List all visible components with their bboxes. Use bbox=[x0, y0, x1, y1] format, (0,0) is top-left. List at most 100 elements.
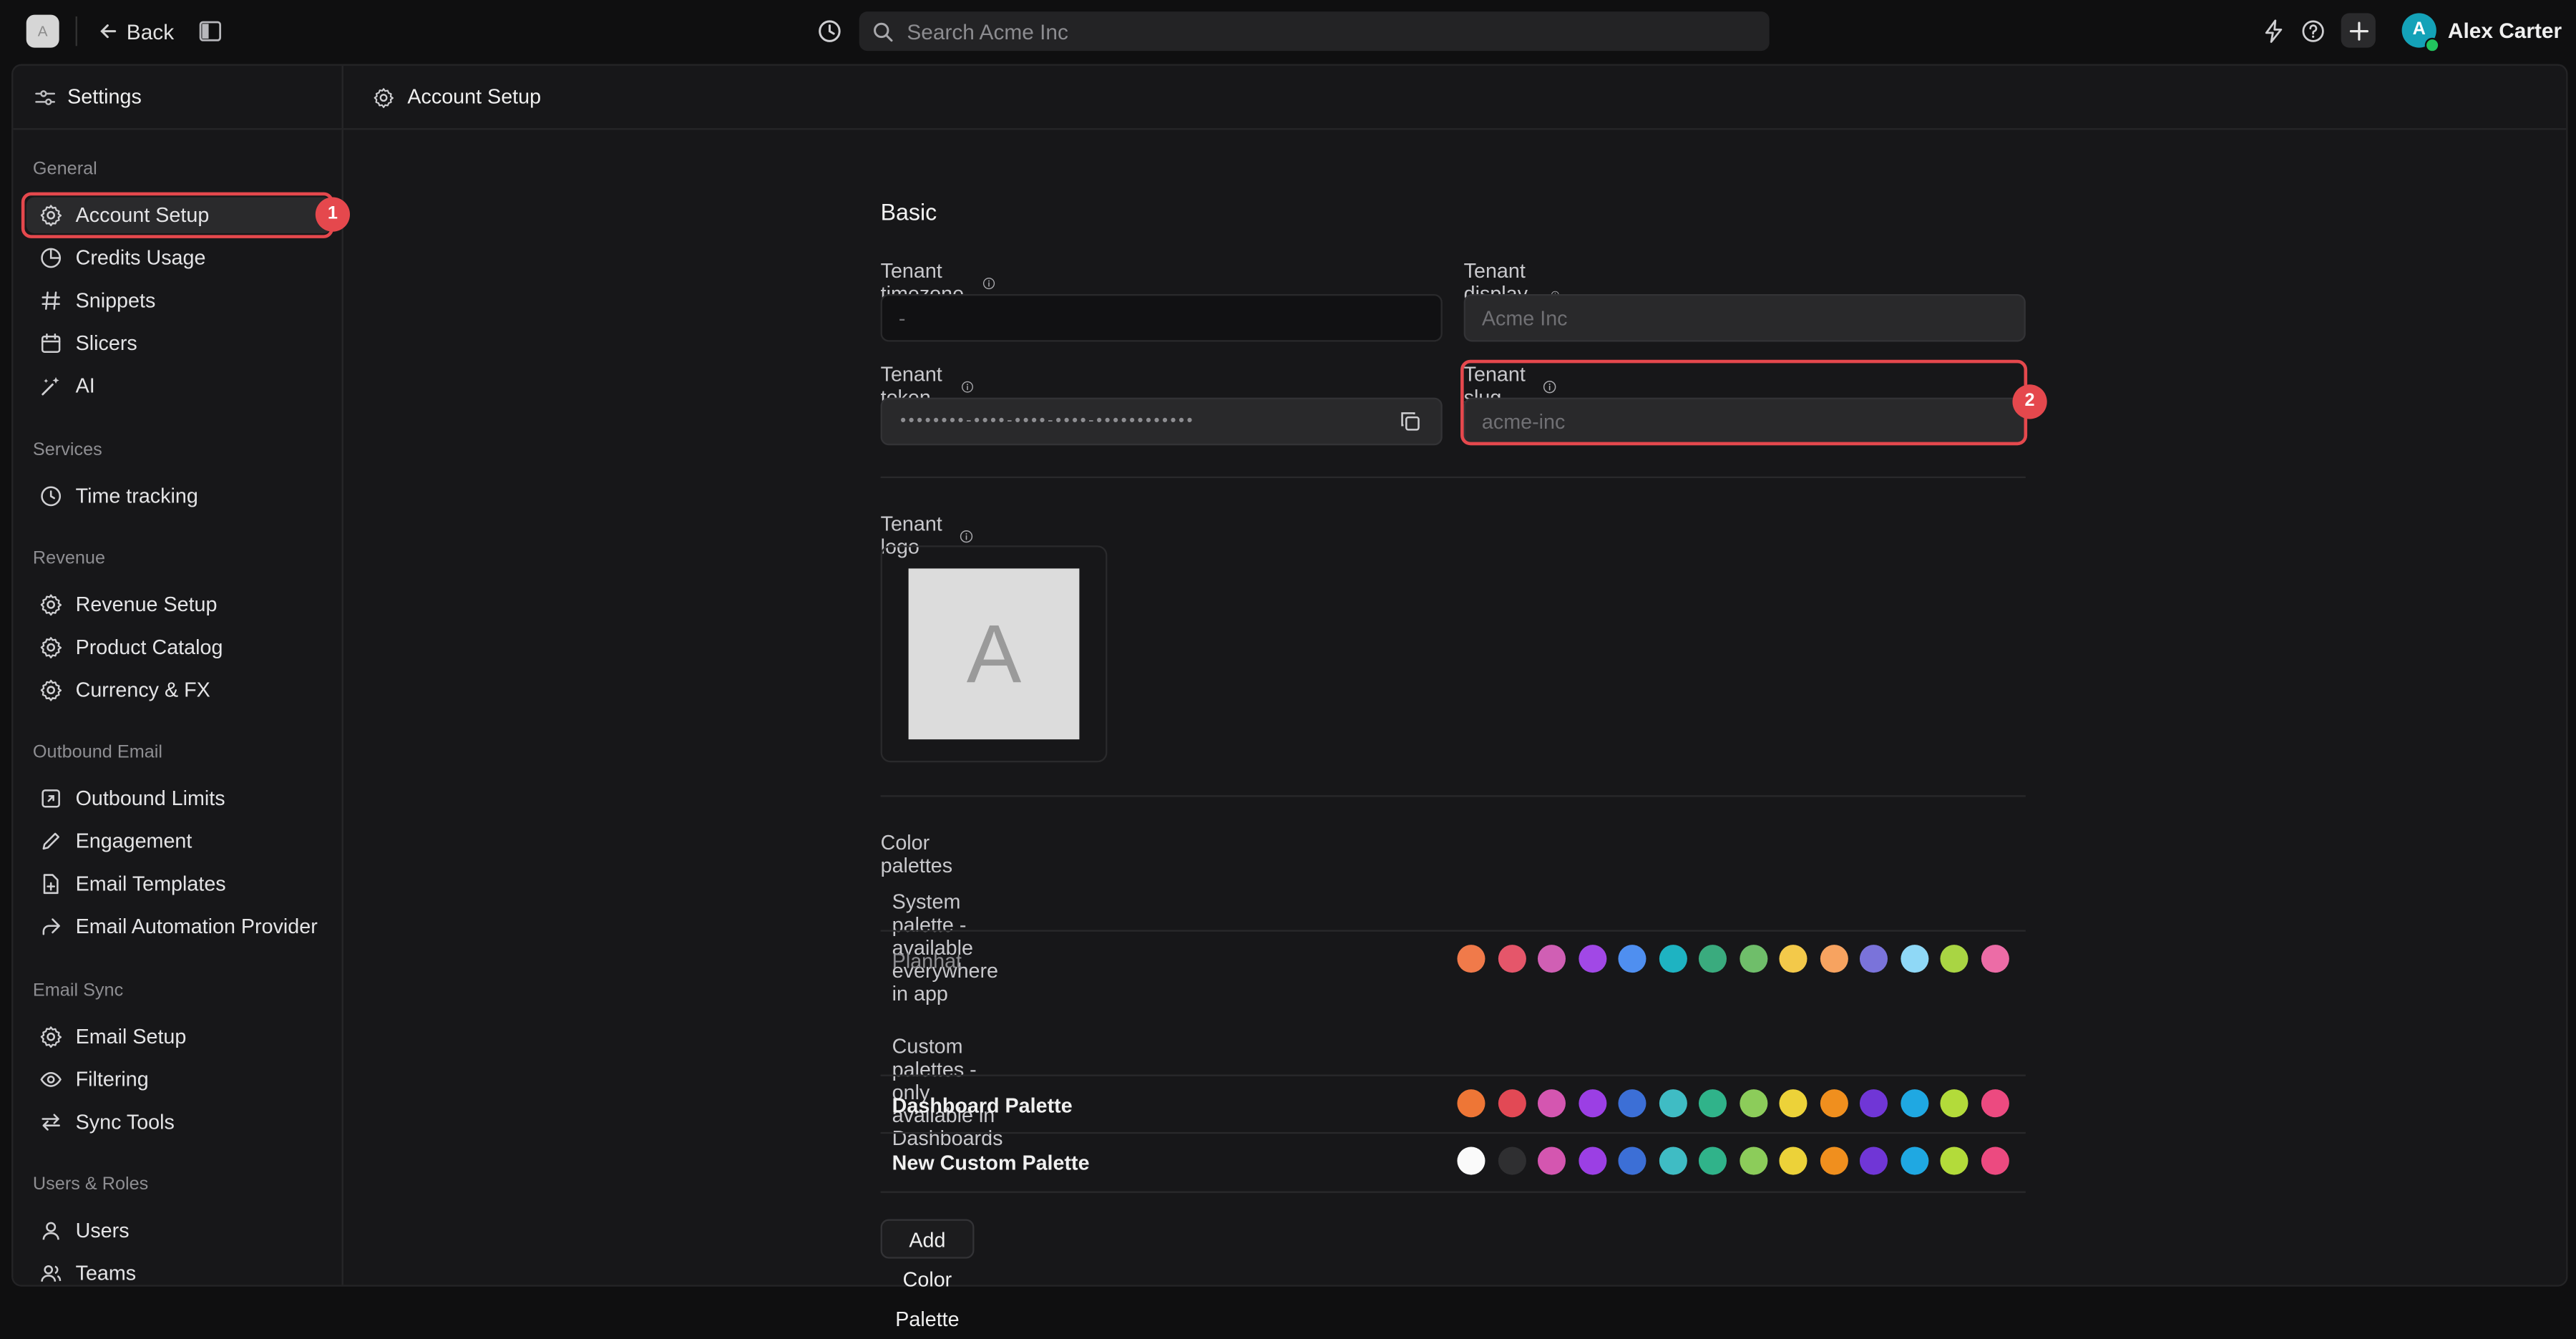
color-swatch[interactable] bbox=[1980, 1146, 2009, 1175]
sidebar-item-time-tracking[interactable]: Time tracking bbox=[26, 478, 332, 515]
sidebar-item-email-setup[interactable]: Email Setup bbox=[26, 1018, 332, 1055]
sidebar-item-label: Slicers bbox=[75, 331, 137, 355]
highlight-account-setup bbox=[21, 192, 334, 238]
color-swatch[interactable] bbox=[1578, 1146, 1606, 1175]
group-outbound-email: Outbound Email bbox=[32, 742, 163, 763]
token-field[interactable]: ••••••••-••••-••••-••••-•••••••••••• bbox=[880, 397, 1443, 446]
users-icon bbox=[41, 1265, 62, 1282]
add-button[interactable] bbox=[2341, 13, 2376, 48]
color-swatch[interactable] bbox=[1739, 945, 1767, 973]
group-services: Services bbox=[32, 440, 102, 460]
sidebar-toggle-icon[interactable] bbox=[197, 18, 224, 44]
color-swatch[interactable] bbox=[1497, 1146, 1526, 1175]
timezone-field[interactable]: - bbox=[880, 293, 1443, 342]
color-swatch[interactable] bbox=[1497, 945, 1526, 973]
sidebar-item-revenue-setup[interactable]: Revenue Setup bbox=[26, 587, 332, 623]
group-users-roles: Users & Roles bbox=[32, 1174, 149, 1195]
color-swatch[interactable] bbox=[1779, 1146, 1807, 1175]
color-swatch[interactable] bbox=[1900, 1146, 1928, 1175]
color-swatch[interactable] bbox=[1497, 1089, 1526, 1118]
sidebar-item-ai[interactable]: AI bbox=[26, 368, 332, 404]
highlight-tenant-slug bbox=[1460, 359, 2028, 446]
color-swatch[interactable] bbox=[1698, 1146, 1727, 1175]
user-name[interactable]: Alex Carter bbox=[2448, 18, 2562, 42]
color-swatch[interactable] bbox=[1819, 945, 1848, 973]
sidebar-item-product-catalog[interactable]: Product Catalog bbox=[26, 629, 332, 666]
color-swatch[interactable] bbox=[1859, 1089, 1888, 1118]
color-swatch[interactable] bbox=[1618, 945, 1646, 973]
color-swatch[interactable] bbox=[1658, 1089, 1687, 1118]
color-swatch[interactable] bbox=[1618, 1146, 1646, 1175]
color-swatch[interactable] bbox=[1578, 1089, 1606, 1118]
search-bar[interactable] bbox=[859, 11, 1770, 52]
sidebar-item-snippets[interactable]: Snippets bbox=[26, 283, 332, 319]
color-swatch[interactable] bbox=[1739, 1089, 1767, 1118]
help-icon[interactable] bbox=[2300, 18, 2326, 44]
app-logo[interactable]: A bbox=[26, 14, 59, 48]
palette-row-new-custom[interactable]: New Custom Palette bbox=[880, 1131, 2026, 1193]
color-swatch[interactable] bbox=[1779, 1089, 1807, 1118]
section-title-basic: Basic bbox=[880, 198, 937, 225]
info-icon[interactable] bbox=[960, 525, 973, 547]
color-swatch[interactable] bbox=[1698, 1089, 1727, 1118]
sidebar-item-label: AI bbox=[75, 374, 95, 398]
palette-row-planhat[interactable]: Planhat bbox=[880, 930, 2026, 989]
pencil-icon bbox=[42, 832, 59, 850]
info-icon[interactable] bbox=[982, 272, 995, 293]
color-swatch[interactable] bbox=[1819, 1089, 1848, 1118]
sidebar-item-label: Sync Tools bbox=[75, 1111, 175, 1134]
section-divider bbox=[880, 795, 2026, 797]
palettes-title: Color palettes bbox=[880, 831, 953, 878]
color-swatch[interactable] bbox=[1537, 945, 1566, 973]
search-input[interactable] bbox=[903, 17, 1732, 46]
sidebar-item-slicers[interactable]: Slicers bbox=[26, 326, 332, 362]
back-button[interactable]: Back bbox=[99, 16, 174, 46]
color-swatch[interactable] bbox=[1980, 1089, 2009, 1118]
sidebar-item-label: Currency & FX bbox=[75, 678, 210, 702]
color-swatch[interactable] bbox=[1940, 1089, 1968, 1118]
copy-icon[interactable] bbox=[1400, 411, 1421, 432]
sidebar-item-email-automation-provider[interactable]: Email Automation Provider bbox=[26, 909, 332, 945]
lightning-icon[interactable] bbox=[2260, 18, 2287, 44]
color-swatch[interactable] bbox=[1859, 945, 1888, 973]
color-swatch[interactable] bbox=[1698, 945, 1727, 973]
logo-uploader[interactable]: A bbox=[880, 545, 1108, 763]
color-swatch[interactable] bbox=[1859, 1146, 1888, 1175]
sidebar-item-label: Email Templates bbox=[75, 872, 226, 896]
sidebar-item-credits-usage[interactable]: Credits Usage bbox=[26, 240, 332, 276]
color-swatch[interactable] bbox=[1779, 945, 1807, 973]
sidebar-item-currency-fx[interactable]: Currency & FX bbox=[26, 672, 332, 709]
gear-icon bbox=[40, 637, 62, 658]
color-swatch[interactable] bbox=[1658, 1146, 1687, 1175]
color-swatch[interactable] bbox=[1980, 945, 2009, 973]
color-swatch[interactable] bbox=[1457, 1089, 1485, 1118]
sidebar-item-teams[interactable]: Teams bbox=[26, 1255, 332, 1285]
sidebar-item-sync-tools[interactable]: Sync Tools bbox=[26, 1104, 332, 1141]
sidebar-item-engagement[interactable]: Engagement bbox=[26, 823, 332, 860]
color-swatch[interactable] bbox=[1618, 1089, 1646, 1118]
color-swatch[interactable] bbox=[1578, 945, 1606, 973]
sidebar-item-users[interactable]: Users bbox=[26, 1212, 332, 1249]
display-name-field[interactable]: Acme Inc bbox=[1463, 293, 2026, 342]
color-swatch[interactable] bbox=[1940, 945, 1968, 973]
color-swatch[interactable] bbox=[1739, 1146, 1767, 1175]
history-clock-icon[interactable] bbox=[816, 18, 843, 44]
sidebar-item-filtering[interactable]: Filtering bbox=[26, 1061, 332, 1098]
palette-row-dashboard[interactable]: Dashboard Palette bbox=[880, 1074, 2026, 1134]
color-swatch[interactable] bbox=[1457, 1146, 1485, 1175]
topbar-divider bbox=[75, 16, 77, 47]
color-swatch[interactable] bbox=[1537, 1089, 1566, 1118]
sidebar-item-email-templates[interactable]: Email Templates bbox=[26, 866, 332, 902]
color-swatch[interactable] bbox=[1900, 945, 1928, 973]
color-swatch[interactable] bbox=[1900, 1089, 1928, 1118]
color-swatch[interactable] bbox=[1537, 1146, 1566, 1175]
color-swatch[interactable] bbox=[1819, 1146, 1848, 1175]
info-icon[interactable] bbox=[961, 376, 974, 397]
palette-swatches bbox=[1457, 1089, 2009, 1118]
content-header: Account Setup bbox=[343, 66, 2567, 130]
color-swatch[interactable] bbox=[1940, 1146, 1968, 1175]
sidebar-item-outbound-limits[interactable]: Outbound Limits bbox=[26, 781, 332, 817]
color-swatch[interactable] bbox=[1658, 945, 1687, 973]
color-swatch[interactable] bbox=[1457, 945, 1485, 973]
add-color-palette-button[interactable]: Add Color Palette bbox=[880, 1219, 975, 1331]
